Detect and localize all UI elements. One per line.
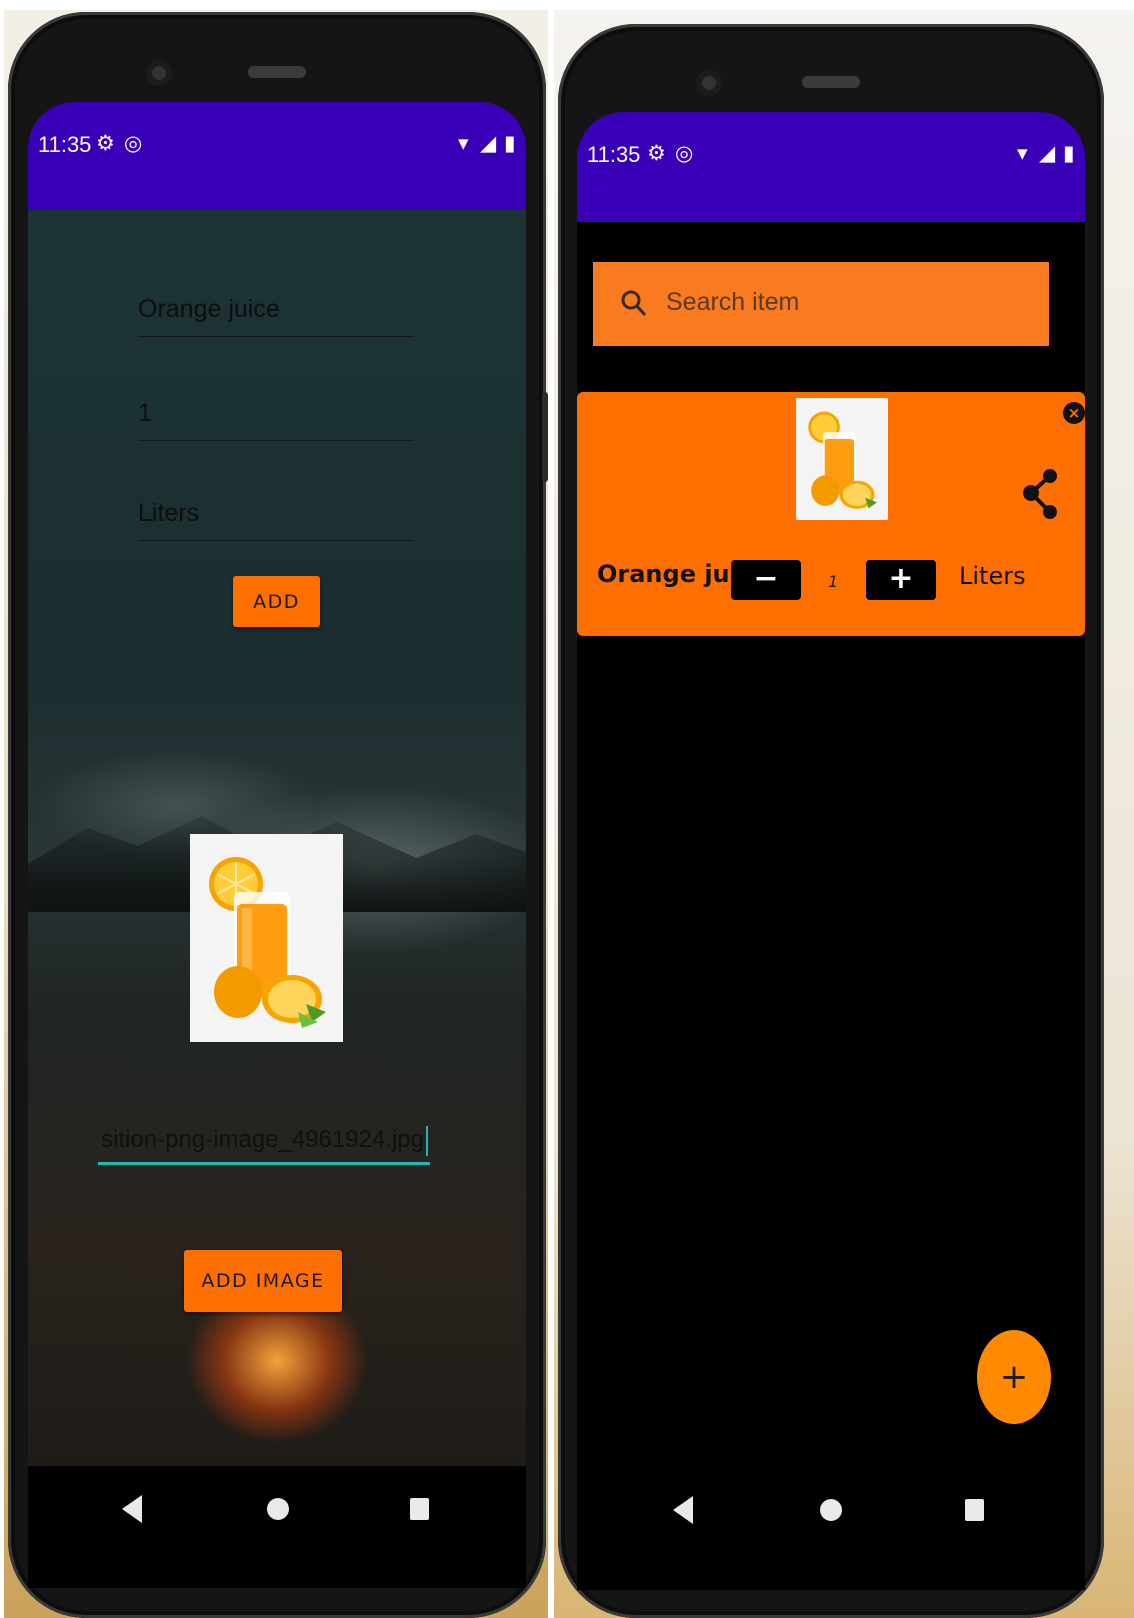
item-name-value: Orange juice bbox=[138, 295, 280, 323]
quantity-field[interactable]: 1 bbox=[138, 374, 414, 441]
recents-nav-icon[interactable] bbox=[410, 1498, 429, 1520]
image-filename-value: sition-png-image_4961924.jpg bbox=[101, 1126, 424, 1153]
add-button[interactable]: ADD bbox=[233, 576, 320, 627]
item-unit: Liters bbox=[959, 562, 1026, 590]
item-name: Orange juice bbox=[597, 560, 731, 588]
status-bar: 11:35 ⚙ ◎ ▾ ◢ ▮ bbox=[577, 112, 1085, 222]
battery-icon: ▮ bbox=[504, 131, 516, 155]
add-image-button[interactable]: ADD IMAGE bbox=[184, 1250, 342, 1312]
navigation-bar bbox=[577, 1468, 1085, 1553]
front-camera bbox=[146, 60, 172, 86]
right-screen: 11:35 ⚙ ◎ ▾ ◢ ▮ Search item × Orange ju … bbox=[577, 112, 1085, 1590]
increment-button[interactable]: + bbox=[866, 560, 936, 600]
search-placeholder: Search item bbox=[666, 288, 800, 316]
signal-icon: ◢ bbox=[1039, 141, 1056, 165]
search-bar[interactable]: Search item bbox=[593, 262, 1049, 346]
earpiece-speaker bbox=[248, 66, 306, 78]
juice-image-preview bbox=[190, 834, 343, 1042]
recents-nav-icon[interactable] bbox=[965, 1499, 984, 1521]
item-image bbox=[796, 398, 888, 520]
item-card[interactable]: × Orange juice − 1 + Liters bbox=[577, 392, 1085, 636]
status-bar: 11:35 ⚙ ◎ ▾ ◢ ▮ bbox=[28, 102, 526, 212]
quantity-value: 1 bbox=[138, 399, 152, 427]
earpiece-speaker bbox=[802, 76, 860, 88]
share-icon[interactable] bbox=[1022, 468, 1060, 520]
item-name-field[interactable]: Orange juice bbox=[138, 270, 414, 337]
close-icon[interactable]: × bbox=[1063, 402, 1085, 424]
front-camera bbox=[696, 70, 722, 96]
text-cursor bbox=[426, 1126, 428, 1156]
right-phone-frame: 11:35 ⚙ ◎ ▾ ◢ ▮ Search item × Orange ju … bbox=[558, 24, 1104, 1618]
wifi-icon: ▾ bbox=[458, 131, 469, 155]
image-filename-field[interactable]: sition-png-image_4961924.jpg bbox=[98, 1110, 430, 1165]
back-nav-icon[interactable] bbox=[673, 1496, 693, 1524]
item-quantity: 1 bbox=[828, 572, 839, 591]
unit-field[interactable]: Liters bbox=[138, 474, 414, 541]
decrement-button[interactable]: − bbox=[731, 560, 801, 600]
left-screen: 11:35 ⚙ ◎ ▾ ◢ ▮ Orange juice 1 Liters AD… bbox=[28, 102, 526, 1588]
battery-icon: ▮ bbox=[1063, 141, 1075, 165]
sync-icon: ◎ bbox=[675, 141, 694, 165]
home-nav-icon[interactable] bbox=[820, 1499, 842, 1521]
status-time: 11:35 bbox=[38, 132, 92, 157]
status-time: 11:35 bbox=[587, 142, 641, 167]
add-item-fab[interactable]: + bbox=[977, 1330, 1051, 1424]
volume-button bbox=[542, 392, 548, 482]
settings-gear-icon: ⚙ bbox=[96, 131, 115, 155]
left-phone-frame: 11:35 ⚙ ◎ ▾ ◢ ▮ Orange juice 1 Liters AD… bbox=[8, 12, 548, 1618]
signal-icon: ◢ bbox=[480, 131, 497, 155]
navigation-bar bbox=[28, 1466, 526, 1551]
settings-gear-icon: ⚙ bbox=[647, 141, 666, 165]
search-icon bbox=[621, 290, 647, 316]
back-nav-icon[interactable] bbox=[122, 1495, 142, 1523]
unit-value: Liters bbox=[138, 499, 200, 527]
home-nav-icon[interactable] bbox=[267, 1498, 289, 1520]
wifi-icon: ▾ bbox=[1017, 141, 1028, 165]
sync-icon: ◎ bbox=[124, 131, 143, 155]
